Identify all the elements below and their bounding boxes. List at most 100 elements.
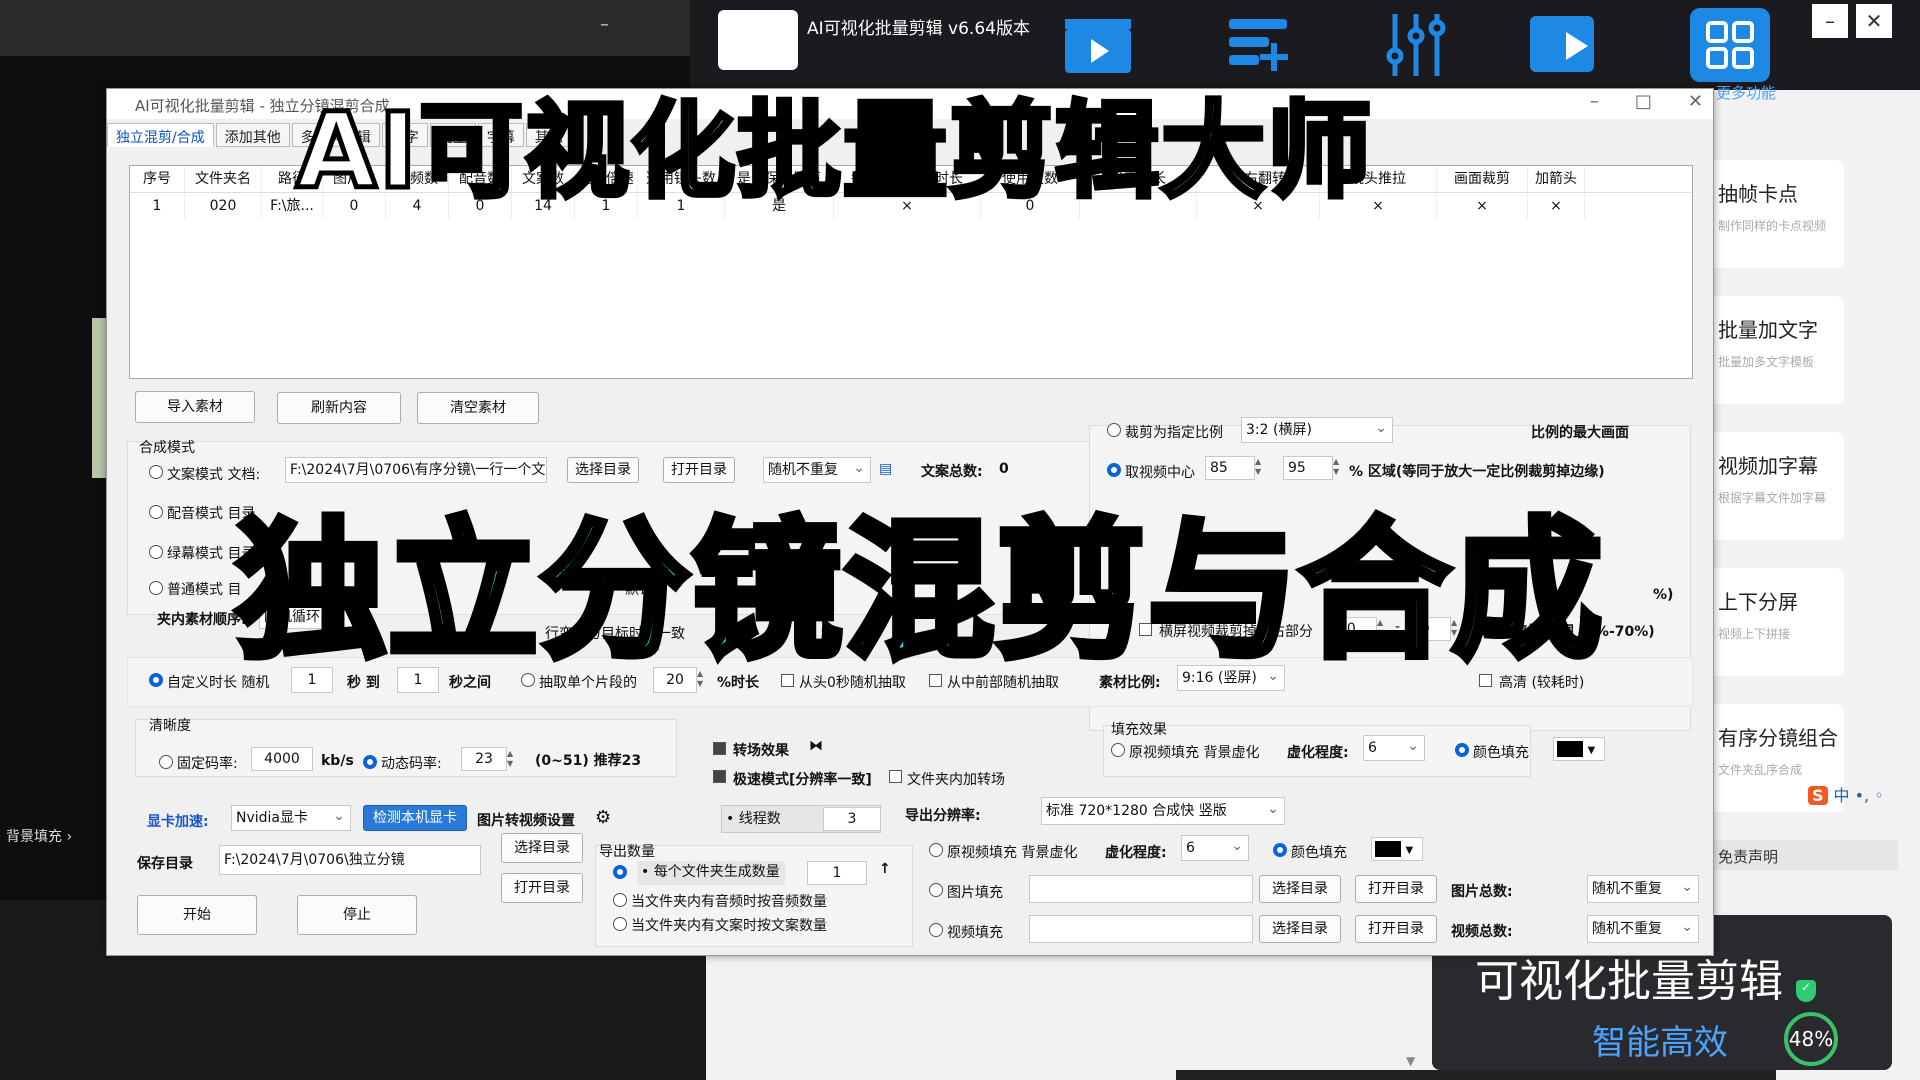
more-functions-icon[interactable] xyxy=(1690,8,1770,82)
window-controls: – □ ✕ xyxy=(1590,91,1703,112)
overlay-headline: AI可视化批量剪辑大师 xyxy=(293,88,1374,215)
per-folder-radio[interactable] xyxy=(613,865,627,879)
color-fill-radio[interactable] xyxy=(1455,743,1469,757)
fixed-bitrate-input[interactable]: 4000 xyxy=(251,747,313,771)
by-text-radio[interactable] xyxy=(613,917,627,931)
orig-fill-radio[interactable] xyxy=(1111,743,1125,757)
feature-card-subtitles[interactable]: 视频加字幕 根据字幕文件加字幕 xyxy=(1708,432,1844,540)
video-fill-path-input[interactable] xyxy=(1029,915,1253,943)
per-folder-box: • 每个文件夹生成数量 xyxy=(637,861,785,885)
tab-independent-mix[interactable]: 独立混剪/合成 xyxy=(107,123,214,147)
green-mode-radio[interactable] xyxy=(149,545,163,559)
ime-indicator[interactable]: S中 •, ◦ xyxy=(1808,782,1884,806)
video-fill-open-dir-button[interactable]: 打开目录 xyxy=(1355,915,1437,943)
pic-fill-open-dir-button[interactable]: 打开目录 xyxy=(1355,875,1437,903)
dynamic-bitrate-input[interactable]: 23 xyxy=(461,747,507,771)
export-res-label: 导出分辨率: xyxy=(905,808,981,824)
max-frame-label: 比例的最大画面 xyxy=(1531,425,1629,441)
background-app-close-button[interactable]: ✕ xyxy=(1856,4,1892,38)
custom-duration-radio[interactable] xyxy=(149,673,163,687)
disclaimer-link[interactable]: 免责声明 xyxy=(1708,840,1898,870)
feature-card-split-screen[interactable]: 上下分屏 视频上下拼接 xyxy=(1708,568,1844,676)
window-close-button[interactable]: ✕ xyxy=(1688,91,1703,112)
color-picker-2[interactable]: ▼ xyxy=(1371,837,1423,861)
save-dir-input[interactable]: F:\2024\7月\0706\独立分镜 xyxy=(219,845,481,875)
pic-fill-path-input[interactable] xyxy=(1029,875,1253,903)
pic-to-video-label: 图片转视频设置 xyxy=(477,813,575,829)
bitrate-hint: (0~51) 推荐23 xyxy=(535,753,642,769)
by-audio-radio[interactable] xyxy=(613,893,627,907)
export-folder-icon[interactable] xyxy=(1524,8,1604,82)
equalizer-icon[interactable] xyxy=(1376,8,1456,82)
col-header[interactable]: 文件夹名 xyxy=(185,166,262,192)
background-app-minimize-button[interactable]: – xyxy=(1812,4,1848,38)
audio-mode-radio[interactable] xyxy=(149,505,163,519)
pic-fill-radio[interactable] xyxy=(929,883,943,897)
pic-total-select[interactable]: 随机不重复 xyxy=(1587,875,1699,903)
app-logo xyxy=(718,10,798,70)
blur-level-select[interactable]: 6 xyxy=(1363,735,1425,761)
background-window-left-titlebar xyxy=(0,0,690,56)
gpu-select[interactable]: Nvidia显卡 xyxy=(231,805,351,831)
refresh-button[interactable]: 刷新内容 xyxy=(277,392,401,424)
start-button[interactable]: 开始 xyxy=(137,895,257,935)
export-res-select[interactable]: 标准 720*1280 合成快 竖版 xyxy=(1041,797,1285,825)
blur2-label: 虚化程度: xyxy=(1105,845,1167,861)
crop-ratio-radio[interactable] xyxy=(1107,423,1121,437)
text-mode-radio[interactable] xyxy=(149,465,163,479)
normal-mode-label: 普通模式 目 xyxy=(167,582,242,598)
save-dir-label: 保存目录 xyxy=(137,856,193,872)
color-fill-label: 颜色填充 xyxy=(1473,745,1529,761)
feature-card-add-text[interactable]: 批量加文字 批量加多文字模板 xyxy=(1708,296,1844,404)
feature-card-beat-frames[interactable]: 抽帧卡点 制作同样的卡点视频 xyxy=(1708,160,1844,268)
gear-icon[interactable]: ⚙ xyxy=(595,807,611,828)
transition-settings-icon[interactable]: ⧓ xyxy=(809,738,823,754)
color-dropdown-icon: ▼ xyxy=(1405,845,1414,856)
stop-button[interactable]: 停止 xyxy=(297,895,417,935)
color-fill2-radio[interactable] xyxy=(1273,843,1287,857)
fast-mode-checkbox[interactable] xyxy=(713,770,726,783)
save-select-dir-button[interactable]: 选择目录 xyxy=(501,833,583,863)
scroll-down-arrow-icon[interactable]: ▼ xyxy=(1406,1054,1415,1068)
dynamic-bitrate-label: 动态码率: xyxy=(381,756,442,772)
up-arrow-icon[interactable]: ↑ xyxy=(879,861,891,877)
video-fill-label: 视频填充 xyxy=(947,925,1003,941)
thread-count-input[interactable]: 3 xyxy=(823,807,881,831)
fixed-bitrate-radio[interactable] xyxy=(159,755,173,769)
video-total-select[interactable]: 随机不重复 xyxy=(1587,915,1699,943)
col-header[interactable]: 序号 xyxy=(130,166,185,192)
spin-arrows-icon[interactable]: ▲ ▼ xyxy=(507,749,519,769)
table-cell: 1 xyxy=(130,193,185,219)
color-swatch xyxy=(1557,741,1583,757)
shield-icon: ✓ xyxy=(1796,980,1816,1002)
range-tail-label: %) xyxy=(1653,587,1674,603)
dynamic-bitrate-radio[interactable] xyxy=(363,755,377,769)
col-header[interactable]: 画面裁剪 xyxy=(1437,166,1528,192)
window-minimize-button[interactable]: – xyxy=(1590,91,1599,112)
crop-ratio-select[interactable]: 3:2 (横屏) xyxy=(1241,417,1393,443)
by-audio-label: 当文件夹内有音频时按音频数量 xyxy=(631,894,827,910)
video-fill-select-dir-button[interactable]: 选择目录 xyxy=(1259,915,1341,943)
window-maximize-button[interactable]: □ xyxy=(1635,91,1652,112)
background-fill-label: 背景填充 › xyxy=(6,829,73,845)
save-open-dir-button[interactable]: 打开目录 xyxy=(501,873,583,903)
table-cell: 020 xyxy=(185,193,262,219)
overlay-subheadline: 独立分镜混剪与合成 xyxy=(232,502,1605,683)
color-picker[interactable]: ▼ xyxy=(1553,737,1605,761)
video-fill-radio[interactable] xyxy=(929,923,943,937)
clear-materials-button[interactable]: 清空素材 xyxy=(417,392,539,424)
feature-list: 抽帧卡点 制作同样的卡点视频 批量加文字 批量加多文字模板 视频加字幕 根据字幕文件加… xyxy=(1708,160,1920,840)
detect-gpu-button[interactable]: 检测本机显卡 xyxy=(363,805,467,831)
fixed-bitrate-label: 固定码率: xyxy=(177,756,238,772)
blur2-select[interactable]: 6 xyxy=(1181,835,1249,861)
folder-transition-checkbox[interactable] xyxy=(889,770,902,783)
background-minimize-button[interactable]: – xyxy=(600,14,609,35)
orig-fill2-radio[interactable] xyxy=(929,843,943,857)
tab-add-other[interactable]: 添加其他 xyxy=(215,123,290,147)
transition-checkbox[interactable] xyxy=(713,742,726,755)
normal-mode-radio[interactable] xyxy=(149,581,163,595)
import-materials-button[interactable]: 导入素材 xyxy=(135,391,255,423)
per-folder-input[interactable]: 1 xyxy=(807,861,867,885)
col-header[interactable]: 加箭头 xyxy=(1528,166,1585,192)
pic-fill-select-dir-button[interactable]: 选择目录 xyxy=(1259,875,1341,903)
